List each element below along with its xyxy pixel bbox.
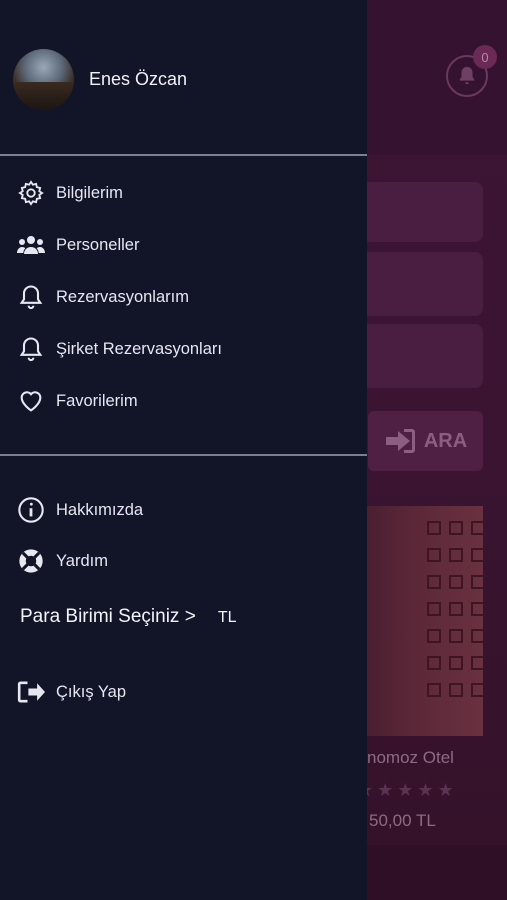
menu-item-favorilerim[interactable]: Favorilerim xyxy=(16,386,138,416)
divider xyxy=(0,454,367,456)
bell-icon xyxy=(16,334,46,364)
search-button[interactable]: ARA xyxy=(368,411,483,471)
bell-icon xyxy=(16,282,46,312)
menu-item-rezervasyonlarim[interactable]: Rezervasyonlarım xyxy=(16,282,189,312)
sign-out-icon xyxy=(16,677,46,707)
menu-item-personeller[interactable]: Personeller xyxy=(16,230,139,260)
search-button-label: ARA xyxy=(423,429,468,452)
currency-label: Para Birimi Seçiniz > xyxy=(20,606,196,627)
search-field-3[interactable] xyxy=(362,324,483,388)
menu-item-label: Favorilerim xyxy=(56,391,138,410)
background-footer xyxy=(367,845,507,900)
menu-item-label: Hakkımızda xyxy=(56,500,144,519)
divider xyxy=(0,154,367,156)
menu-item-hakkimizda[interactable]: Hakkımızda xyxy=(16,495,143,525)
menu-item-bilgilerim[interactable]: Bilgilerim xyxy=(16,178,123,208)
logout-button[interactable]: Çıkış Yap xyxy=(16,677,126,707)
gear-icon xyxy=(16,178,46,208)
user-name: Enes Özcan xyxy=(89,69,188,89)
menu-item-sirket-rezervasyonlari[interactable]: Şirket Rezervasyonları xyxy=(16,334,222,364)
user-profile[interactable]: Enes Özcan xyxy=(13,49,187,110)
menu-item-label: Yardım xyxy=(56,551,108,570)
notification-bell-icon xyxy=(459,66,475,85)
menu-item-yardim[interactable]: Yardım xyxy=(16,546,108,576)
hotel-rating-stars: ★★★★★ xyxy=(357,780,458,800)
heart-icon xyxy=(16,386,46,416)
users-icon xyxy=(16,230,46,260)
avatar[interactable] xyxy=(13,49,74,110)
hotel-image[interactable] xyxy=(367,506,483,736)
hotel-name: nomoz Otel xyxy=(367,748,454,767)
currency-selector[interactable]: Para Birimi Seçiniz > TL xyxy=(20,606,236,628)
search-field-2[interactable] xyxy=(362,252,483,316)
search-field-1[interactable] xyxy=(362,182,483,242)
logout-label: Çıkış Yap xyxy=(56,682,127,701)
info-icon xyxy=(16,495,46,525)
notification-badge: 0 xyxy=(473,45,497,69)
navigation-drawer: Enes Özcan Bilgilerim Personeller Rezerv… xyxy=(0,0,367,900)
lifebuoy-icon xyxy=(16,546,46,576)
menu-item-label: Şirket Rezervasyonları xyxy=(56,339,222,358)
menu-item-label: Bilgilerim xyxy=(56,183,123,202)
currency-value: TL xyxy=(217,609,237,626)
menu-item-label: Personeller xyxy=(56,235,140,254)
hotel-price: 50,00 TL xyxy=(369,811,436,830)
sign-in-icon xyxy=(385,429,415,453)
menu-item-label: Rezervasyonlarım xyxy=(56,287,189,306)
